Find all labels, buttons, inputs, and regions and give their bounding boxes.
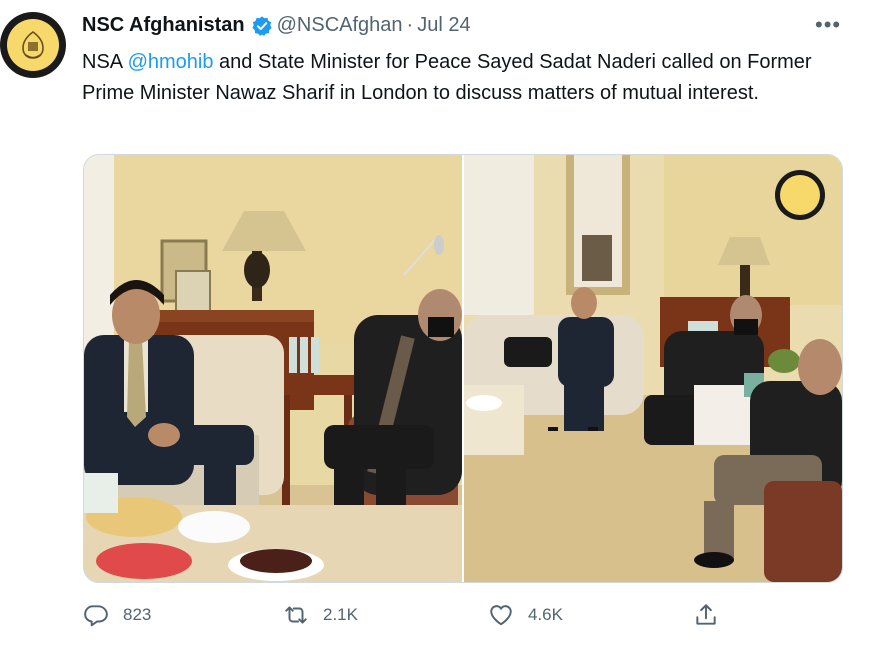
verified-badge-icon: [251, 15, 272, 36]
date[interactable]: Jul 24: [417, 14, 470, 37]
display-name[interactable]: NSC Afghanistan: [82, 14, 245, 37]
separator: ·: [406, 14, 414, 36]
like-count: 4.6K: [528, 605, 563, 624]
reply-count: 823: [123, 605, 152, 624]
handle[interactable]: @NSCAfghan: [277, 14, 403, 37]
retweet-icon: [285, 606, 307, 624]
tweet-text-start: NSA: [82, 51, 128, 73]
tweet-header: NSC Afghanistan @NSCAfghan · Jul 24: [82, 14, 471, 37]
action-bar: 823 2.1K 4.6K: [83, 602, 723, 630]
more-icon[interactable]: •••: [815, 12, 841, 38]
like-icon: [490, 605, 512, 626]
mention-link[interactable]: @hmohib: [128, 51, 214, 73]
share-button[interactable]: [693, 602, 733, 628]
reply-icon: [84, 605, 108, 627]
photo-right[interactable]: [464, 155, 842, 582]
tweet-text: NSA @hmohib and State Minister for Peace…: [82, 47, 852, 108]
avatar[interactable]: [0, 12, 66, 78]
retweet-button[interactable]: 2.1K: [283, 602, 358, 628]
emblem-avatar-icon: [7, 19, 59, 71]
photo-left[interactable]: [84, 155, 462, 582]
reply-button[interactable]: 823: [83, 602, 151, 628]
media-grid: [83, 154, 843, 583]
share-icon: [696, 604, 716, 625]
retweet-count: 2.1K: [323, 605, 358, 624]
like-button[interactable]: 4.6K: [488, 602, 563, 628]
